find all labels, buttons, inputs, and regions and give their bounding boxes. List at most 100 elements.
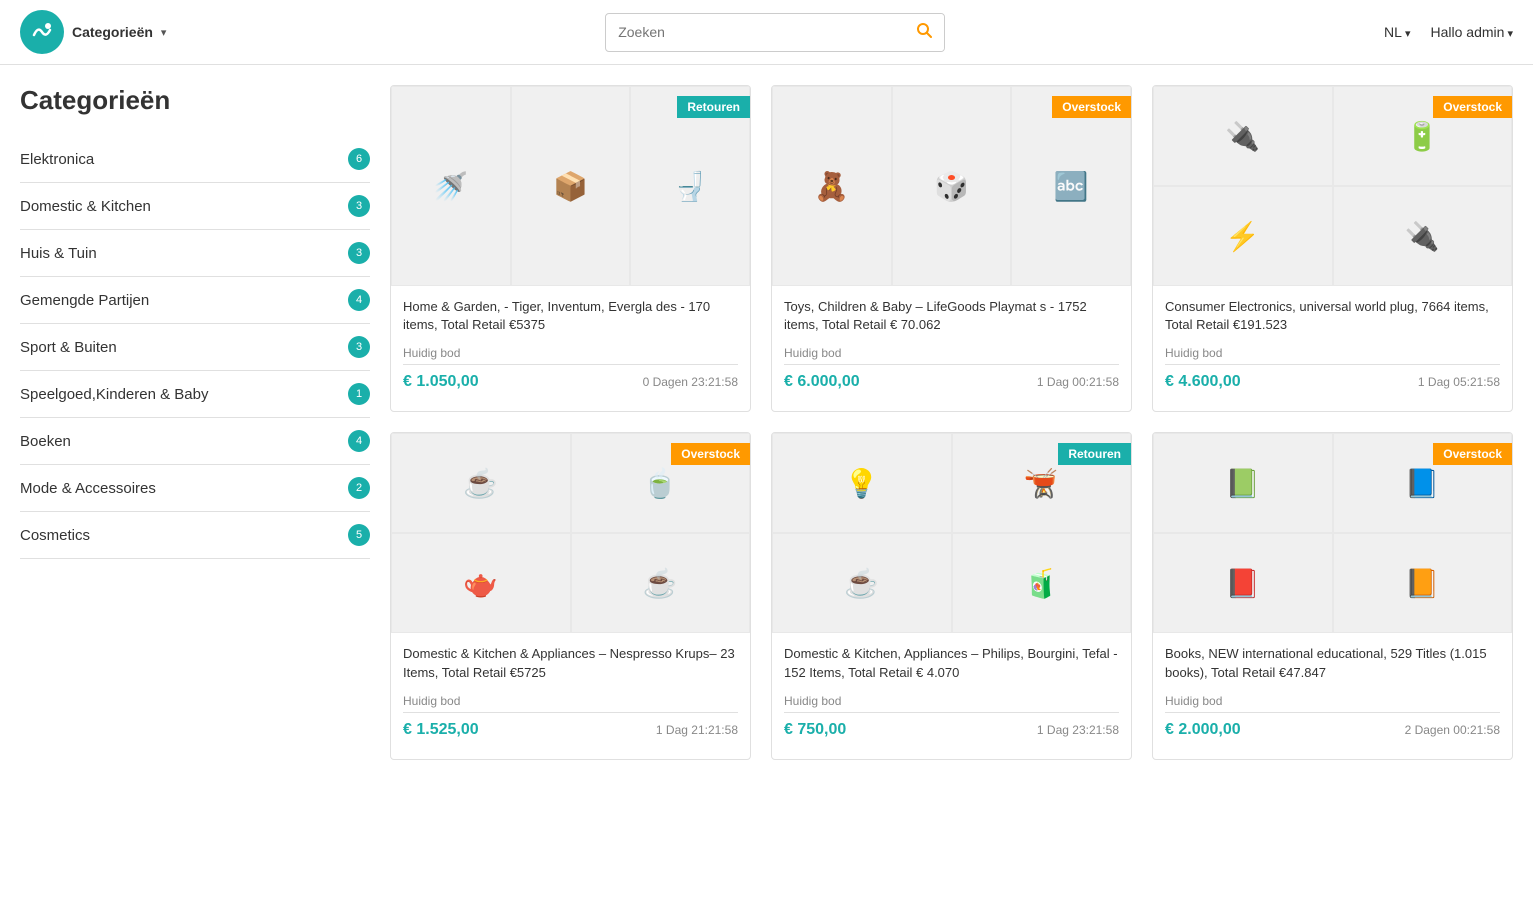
product-image-cell: 📦 — [511, 86, 631, 286]
logo-icon — [20, 10, 64, 54]
search-input[interactable] — [606, 16, 904, 48]
product-bid-label: Huidig bod — [1165, 694, 1500, 708]
header: Categorieën ▾ NL Hallo admin — [0, 0, 1533, 65]
sidebar-item-label: Speelgoed,Kinderen & Baby — [20, 386, 340, 403]
product-bid-label: Huidig bod — [403, 346, 738, 360]
language-selector[interactable]: NL — [1384, 24, 1410, 40]
product-bid-time: 2 Dagen 00:21:58 — [1405, 723, 1500, 737]
product-image-cell: ☕ — [772, 533, 952, 633]
product-card-p5[interactable]: Retouren 💡🫕☕🧃 Domestic & Kitchen, Applia… — [771, 432, 1132, 759]
categories-menu-label[interactable]: Categorieën — [72, 24, 153, 40]
sidebar-item-sport-buiten[interactable]: Sport & Buiten 3 — [20, 324, 370, 371]
product-info: Books, NEW international educational, 52… — [1153, 633, 1512, 758]
sidebar-item-badge: 5 — [348, 524, 370, 546]
sidebar-item-badge: 6 — [348, 148, 370, 170]
product-badge: Overstock — [1433, 443, 1512, 465]
sidebar-item-cosmetics[interactable]: Cosmetics 5 — [20, 512, 370, 559]
sidebar-item-domestic-kitchen[interactable]: Domestic & Kitchen 3 — [20, 183, 370, 230]
sidebar-title: Categorieën — [20, 85, 370, 116]
product-bid-time: 0 Dagen 23:21:58 — [643, 375, 738, 389]
product-image-cell: 🎲 — [892, 86, 1012, 286]
search-box — [605, 13, 945, 52]
product-title: Toys, Children & Baby – LifeGoods Playma… — [784, 298, 1119, 334]
product-bid-time: 1 Dag 05:21:58 — [1418, 375, 1500, 389]
sidebar-item-label: Elektronica — [20, 151, 340, 168]
sidebar-item-label: Sport & Buiten — [20, 339, 340, 356]
product-image-cell: 📙 — [1333, 533, 1513, 633]
product-info: Toys, Children & Baby – LifeGoods Playma… — [772, 286, 1131, 411]
product-title: Consumer Electronics, universal world pl… — [1165, 298, 1500, 334]
sidebar-item-label: Gemengde Partijen — [20, 292, 340, 309]
product-image-cell: 🚿 — [391, 86, 511, 286]
sidebar-item-label: Cosmetics — [20, 527, 340, 544]
sidebar-item-label: Domestic & Kitchen — [20, 198, 340, 215]
product-bid-row: € 750,00 1 Dag 23:21:58 — [784, 712, 1119, 747]
product-card-p6[interactable]: Overstock 📗📘📕📙 Books, NEW international … — [1152, 432, 1513, 759]
product-info: Home & Garden, - Tiger, Inventum, Evergl… — [391, 286, 750, 411]
product-bid-label: Huidig bod — [1165, 346, 1500, 360]
product-image-cell: 🫖 — [391, 533, 571, 633]
sidebar-item-badge: 3 — [348, 336, 370, 358]
product-image-cell: 🧃 — [952, 533, 1132, 633]
sidebar-item-label: Boeken — [20, 433, 340, 450]
product-card-p1[interactable]: Retouren 🚿📦🚽 Home & Garden, - Tiger, Inv… — [390, 85, 751, 412]
search-area — [166, 13, 1384, 52]
product-image-cell: ☕ — [571, 533, 751, 633]
product-info: Domestic & Kitchen, Appliances – Philips… — [772, 633, 1131, 758]
product-image-wrap: Overstock 🧸🎲🔤 — [772, 86, 1131, 286]
user-menu[interactable]: Hallo admin — [1430, 24, 1513, 40]
product-image-cell: ☕ — [391, 433, 571, 533]
product-image-wrap: Overstock 🔌🔋⚡🔌 — [1153, 86, 1512, 286]
product-bid-row: € 2.000,00 2 Dagen 00:21:58 — [1165, 712, 1500, 747]
product-image-cell: 🔌 — [1333, 186, 1513, 286]
product-bid-time: 1 Dag 00:21:58 — [1037, 375, 1119, 389]
product-image-wrap: Retouren 💡🫕☕🧃 — [772, 433, 1131, 633]
header-right: NL Hallo admin — [1384, 24, 1513, 40]
sidebar-item-badge: 4 — [348, 289, 370, 311]
sidebar-item-label: Mode & Accessoires — [20, 480, 340, 497]
product-info: Consumer Electronics, universal world pl… — [1153, 286, 1512, 411]
product-image-cell: 🔌 — [1153, 86, 1333, 186]
product-title: Domestic & Kitchen, Appliances – Philips… — [784, 645, 1119, 681]
product-card-p2[interactable]: Overstock 🧸🎲🔤 Toys, Children & Baby – Li… — [771, 85, 1132, 412]
product-card-p4[interactable]: Overstock ☕🍵🫖☕ Domestic & Kitchen & Appl… — [390, 432, 751, 759]
product-bid-label: Huidig bod — [784, 694, 1119, 708]
product-image-cell: 📕 — [1153, 533, 1333, 633]
product-title: Domestic & Kitchen & Appliances – Nespre… — [403, 645, 738, 681]
product-card-p3[interactable]: Overstock 🔌🔋⚡🔌 Consumer Electronics, uni… — [1152, 85, 1513, 412]
product-image-cell: 📗 — [1153, 433, 1333, 533]
product-badge: Overstock — [1052, 96, 1131, 118]
product-bid-price: € 750,00 — [784, 721, 846, 739]
sidebar-item-badge: 2 — [348, 477, 370, 499]
product-bid-price: € 6.000,00 — [784, 373, 860, 391]
product-title: Books, NEW international educational, 52… — [1165, 645, 1500, 681]
sidebar-item-elektronica[interactable]: Elektronica 6 — [20, 136, 370, 183]
search-icon — [916, 22, 932, 38]
product-image-cell: 🧸 — [772, 86, 892, 286]
sidebar-item-badge: 4 — [348, 430, 370, 452]
product-bid-row: € 6.000,00 1 Dag 00:21:58 — [784, 364, 1119, 399]
product-image-wrap: Overstock ☕🍵🫖☕ — [391, 433, 750, 633]
product-image-wrap: Retouren 🚿📦🚽 — [391, 86, 750, 286]
product-bid-price: € 2.000,00 — [1165, 721, 1241, 739]
sidebar-item-badge: 3 — [348, 242, 370, 264]
product-bid-row: € 1.525,00 1 Dag 21:21:58 — [403, 712, 738, 747]
sidebar-item-badge: 3 — [348, 195, 370, 217]
product-bid-label: Huidig bod — [403, 694, 738, 708]
sidebar-item-badge: 1 — [348, 383, 370, 405]
sidebar-item-boeken[interactable]: Boeken 4 — [20, 418, 370, 465]
product-grid: Retouren 🚿📦🚽 Home & Garden, - Tiger, Inv… — [390, 85, 1513, 760]
product-bid-price: € 4.600,00 — [1165, 373, 1241, 391]
search-button[interactable] — [904, 14, 944, 51]
sidebar-item-mode-accessoires[interactable]: Mode & Accessoires 2 — [20, 465, 370, 512]
product-bid-label: Huidig bod — [784, 346, 1119, 360]
sidebar: Categorieën Elektronica 6 Domestic & Kit… — [20, 85, 370, 760]
sidebar-item-label: Huis & Tuin — [20, 245, 340, 262]
sidebar-item-speelgoed[interactable]: Speelgoed,Kinderen & Baby 1 — [20, 371, 370, 418]
sidebar-item-huis-tuin[interactable]: Huis & Tuin 3 — [20, 230, 370, 277]
product-badge: Retouren — [1058, 443, 1131, 465]
sidebar-item-gemengde-partijen[interactable]: Gemengde Partijen 4 — [20, 277, 370, 324]
logo[interactable]: Categorieën ▾ — [20, 10, 166, 54]
product-badge: Overstock — [1433, 96, 1512, 118]
product-bid-time: 1 Dag 21:21:58 — [656, 723, 738, 737]
